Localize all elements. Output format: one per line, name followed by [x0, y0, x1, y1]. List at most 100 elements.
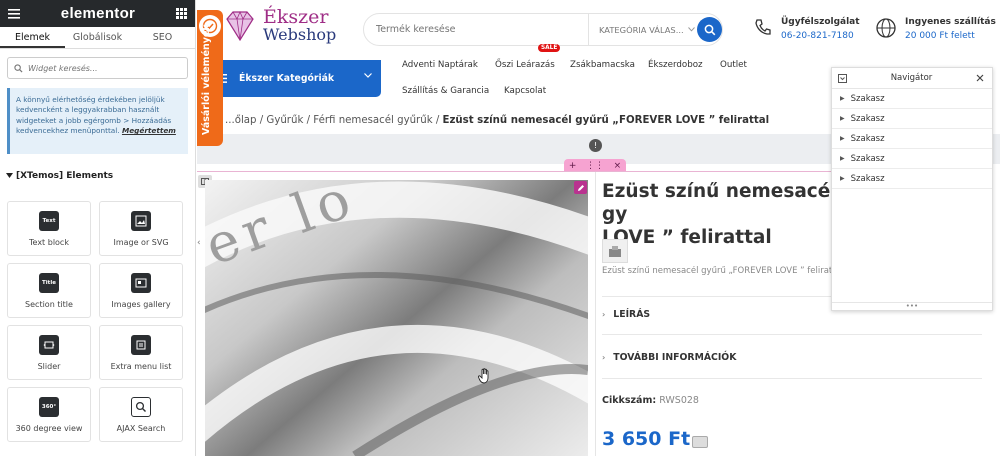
- chevron-down-icon: [687, 27, 695, 32]
- info-icon[interactable]: !: [589, 139, 602, 152]
- navigator-item-label: Szakasz: [850, 93, 885, 104]
- support-title: Ügyfélszolgálat: [781, 17, 860, 27]
- close-icon[interactable]: [976, 74, 984, 82]
- collapse-panel-icon[interactable]: ‹: [197, 238, 205, 252]
- caret-right-icon: ▶: [840, 95, 845, 102]
- navigator-panel: Navigátor ▶ Szakasz ▶ Szakasz ▶ Szakasz ▶ Sz…: [831, 67, 993, 311]
- widget-slider[interactable]: Slider: [7, 325, 91, 380]
- widget-ajax-search[interactable]: AJAX Search: [99, 387, 183, 442]
- widget-search-input[interactable]: [28, 63, 178, 73]
- gallery-icon: [131, 273, 151, 293]
- widget-label: 360 degree view: [15, 424, 83, 433]
- chevron-right-icon: ›: [602, 353, 606, 362]
- accordion-additional-info[interactable]: › TOVÁBBI INFORMÁCIÓK: [602, 352, 736, 363]
- caret-right-icon: ▶: [840, 115, 845, 122]
- logo-line-2: Webshop: [263, 25, 337, 44]
- nav-item-grab-bag[interactable]: Zsákbamacska: [570, 60, 635, 70]
- widget-label: Slider: [37, 362, 61, 371]
- nav-item-autumn-sale[interactable]: Őszi Leárazás: [495, 60, 555, 70]
- navigator-item-label: Szakasz: [850, 113, 885, 124]
- add-section-icon[interactable]: +: [569, 161, 577, 171]
- panel-header: elementor: [0, 0, 195, 27]
- widget-category-title[interactable]: [XTemos] Elements: [6, 171, 195, 181]
- product-price: 3 650 Ft: [602, 428, 691, 450]
- accordion-additional-info-label: TOVÁBBI INFORMÁCIÓK: [613, 352, 737, 363]
- product-short-description: Ezüst színű nemesacél gyűrű „FOREVER LOV…: [602, 266, 842, 276]
- slider-icon: [39, 335, 59, 355]
- breadcrumb-mens-rings[interactable]: Férfi nemesacél gyűrűk: [313, 115, 432, 126]
- caret-right-icon: ▶: [840, 175, 845, 182]
- image-icon: [131, 211, 151, 231]
- customer-reviews-tab[interactable]: Vásárlói vélemények: [197, 10, 223, 146]
- product-search-input[interactable]: [376, 24, 588, 35]
- edit-widget-icon[interactable]: [574, 181, 587, 194]
- widget-extra-menu-list[interactable]: Extra menu list: [99, 325, 183, 380]
- degree-360-icon: 360°: [39, 397, 59, 417]
- nav-item-contact[interactable]: Kapcsolat: [504, 86, 546, 96]
- category-select[interactable]: KATEGÓRIA VÁLAS...: [588, 13, 696, 46]
- product-search-bar: KATEGÓRIA VÁLAS...: [363, 13, 723, 46]
- widget-360-view[interactable]: 360° 360 degree view: [7, 387, 91, 442]
- site-logo[interactable]: Ékszer Webshop: [221, 8, 336, 44]
- reviews-tab-label: Vásárlói vélemények: [201, 24, 212, 135]
- tab-elements[interactable]: Elemek: [0, 27, 65, 48]
- navigator-item-section[interactable]: ▶ Szakasz: [832, 89, 992, 109]
- widget-text-block[interactable]: Text Text block: [7, 201, 91, 256]
- navigator-resize-handle[interactable]: •••: [832, 302, 992, 310]
- product-image: er lo: [205, 180, 588, 456]
- nav-item-shipping-warranty[interactable]: Szállítás & Garancia: [402, 86, 489, 96]
- column-divider: [595, 172, 596, 456]
- product-type-icon[interactable]: [602, 239, 628, 263]
- caret-right-icon: ▶: [840, 155, 845, 162]
- nav-item-jewelry-box[interactable]: Ékszerdoboz: [648, 60, 703, 70]
- search-button[interactable]: [697, 17, 722, 42]
- support-phone[interactable]: 06-20-821-7180: [781, 31, 860, 41]
- diamond-logo-icon: [226, 10, 254, 42]
- widget-category-label: [XTemos] Elements: [16, 171, 114, 181]
- breadcrumb-home[interactable]: ...őlap: [225, 115, 257, 126]
- navigator-item-section[interactable]: ▶ Szakasz: [832, 149, 992, 169]
- notice-dismiss-link[interactable]: Megértettem: [122, 126, 176, 135]
- categories-label: Ékszer Kategóriák: [239, 73, 335, 84]
- nav-item-outlet[interactable]: Outlet: [720, 60, 747, 70]
- collapse-all-icon[interactable]: [838, 73, 847, 83]
- chevron-right-icon: ›: [602, 310, 606, 319]
- breadcrumb-rings[interactable]: Gyűrűk: [266, 115, 303, 126]
- customer-support[interactable]: Ügyfélszolgálat 06-20-821-7180: [753, 17, 860, 41]
- favorites-notice: A könnyű elérhetőség érdekében jelöljük …: [7, 88, 188, 154]
- nav-item-advent-calendars[interactable]: Adventi Naptárak: [402, 60, 478, 70]
- hamburger-menu-icon[interactable]: [8, 8, 20, 19]
- tab-seo[interactable]: SEO: [130, 27, 195, 48]
- widget-section-title[interactable]: Title Section title: [7, 263, 91, 318]
- free-shipping-info: Ingyenes szállítás 20 000 Ft felett: [875, 17, 996, 41]
- navigator-item-section[interactable]: ▶ Szakasz: [832, 129, 992, 149]
- apps-grid-icon[interactable]: [175, 8, 187, 19]
- widget-search-box: [7, 57, 188, 79]
- drag-handle-icon[interactable]: ⋮⋮: [586, 161, 604, 171]
- menu-list-icon: [131, 335, 151, 355]
- widget-image-svg[interactable]: Image or SVG: [99, 201, 183, 256]
- text-block-icon: Text: [39, 211, 59, 231]
- sku-value: RWS028: [659, 395, 699, 406]
- widget-label: Images gallery: [111, 300, 171, 309]
- navigator-item-label: Szakasz: [850, 153, 885, 164]
- shipping-title: Ingyenes szállítás: [905, 17, 996, 27]
- widget-images-gallery[interactable]: Images gallery: [99, 263, 183, 318]
- navigator-item-label: Szakasz: [850, 173, 885, 184]
- widget-label: Text block: [29, 238, 69, 247]
- close-section-icon[interactable]: ×: [614, 161, 622, 171]
- product-title-line-2: LOVE ” felirattal: [602, 227, 772, 248]
- jewelry-categories-button[interactable]: Ékszer Kategóriák: [206, 60, 381, 97]
- elementor-panel: elementor Elemek Globálisok SEO A könnyű…: [0, 0, 196, 456]
- navigator-item-section[interactable]: ▶ Szakasz: [832, 169, 992, 189]
- section-title-icon: Title: [39, 273, 59, 293]
- accordion-description[interactable]: › LEÍRÁS: [602, 309, 650, 320]
- navigator-item-section[interactable]: ▶ Szakasz: [832, 109, 992, 129]
- search-icon: [14, 63, 23, 73]
- elementor-logo: elementor: [60, 5, 136, 22]
- navigator-header[interactable]: Navigátor: [832, 68, 992, 89]
- widget-label: Image or SVG: [113, 238, 169, 247]
- sale-badge: SALE: [538, 44, 561, 52]
- tab-globals[interactable]: Globálisok: [65, 27, 130, 48]
- logo-line-1: Ékszer: [263, 6, 329, 28]
